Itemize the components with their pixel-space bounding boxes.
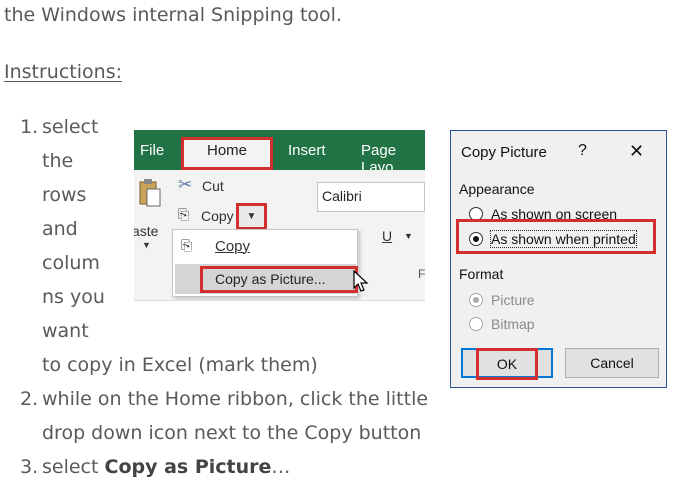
mouse-pointer-icon bbox=[353, 270, 369, 292]
ok-highlight bbox=[476, 348, 538, 380]
step-2-line-1: while on the Home ribbon, click the litt… bbox=[42, 388, 429, 410]
tab-file[interactable]: File bbox=[140, 142, 164, 159]
radio-picture bbox=[469, 293, 483, 307]
step-3-number: 3. bbox=[20, 456, 39, 478]
cut-button[interactable]: Cut bbox=[202, 178, 224, 194]
copy-picture-dialog: Copy Picture ? ✕ Appearance As shown on … bbox=[450, 130, 667, 388]
copy-icon: ⎘ bbox=[181, 237, 193, 253]
step-3-bold: Copy as Picture bbox=[104, 456, 272, 478]
step-1-word: ns you bbox=[42, 286, 105, 308]
underline-button[interactable]: U bbox=[382, 228, 392, 244]
ribbon-bottom-strip bbox=[134, 300, 425, 310]
step-3-prefix: select bbox=[42, 456, 105, 478]
home-highlight bbox=[181, 137, 273, 170]
font-name-box[interactable]: Calibri bbox=[317, 182, 425, 212]
step-1-word: colum bbox=[42, 252, 100, 274]
intro-text: the Windows internal Snipping tool. bbox=[4, 4, 342, 26]
copy-icon[interactable]: ⎘ bbox=[178, 206, 189, 223]
step-1-word: want bbox=[42, 320, 89, 342]
step-2-line-2: drop down icon next to the Copy button bbox=[42, 422, 422, 444]
menu-item-copy[interactable]: Copy bbox=[215, 238, 250, 255]
step-1-word: the bbox=[42, 150, 74, 172]
close-icon[interactable]: ✕ bbox=[629, 141, 644, 162]
menu-item-copy-as-picture-row[interactable]: Copy as Picture... bbox=[175, 264, 358, 294]
copy-dropdown-button[interactable]: ▼ bbox=[236, 203, 267, 230]
step-1-tail: to copy in Excel (mark them) bbox=[42, 354, 318, 376]
radio-bitmap bbox=[469, 317, 483, 331]
instructions-heading: Instructions: bbox=[4, 61, 122, 83]
paste-label: aste bbox=[134, 223, 159, 239]
radio-label-picture: Picture bbox=[491, 292, 535, 308]
menu-item-copy-as-picture[interactable]: Copy as Picture... bbox=[215, 271, 326, 287]
excel-ribbon-screenshot: File Home Insert Page Layo aste ▼ ✂ Cut … bbox=[134, 130, 425, 310]
step-1-word: select bbox=[42, 116, 99, 138]
dialog-title: Copy Picture bbox=[461, 144, 547, 161]
step-3-line: select Copy as Picture… bbox=[42, 456, 290, 478]
help-icon[interactable]: ? bbox=[578, 142, 587, 160]
font-group-label: F bbox=[418, 267, 425, 281]
copy-dropdown-menu: ⎘ Copy Copy as Picture... bbox=[172, 229, 358, 297]
copy-button[interactable]: Copy bbox=[201, 208, 234, 224]
tab-insert[interactable]: Insert bbox=[288, 142, 326, 159]
step-1-word: and bbox=[42, 218, 78, 240]
appearance-group-label: Appearance bbox=[459, 181, 535, 197]
step-1-word: rows bbox=[42, 184, 87, 206]
printed-option-highlight bbox=[456, 219, 656, 254]
step-1-number: 1. bbox=[20, 116, 39, 138]
underline-chevron-down-icon[interactable]: ▼ bbox=[404, 231, 413, 241]
ribbon-tab-bar: File Home Insert Page Layo bbox=[134, 130, 425, 176]
step-2-number: 2. bbox=[20, 388, 39, 410]
radio-label-bitmap: Bitmap bbox=[491, 316, 535, 332]
cancel-button[interactable]: Cancel bbox=[565, 348, 659, 378]
paste-chevron-down-icon[interactable]: ▼ bbox=[142, 240, 151, 250]
scissors-icon[interactable]: ✂ bbox=[178, 175, 192, 195]
format-group-label: Format bbox=[459, 266, 504, 282]
paste-clipboard-icon[interactable] bbox=[138, 178, 162, 212]
step-3-suffix: … bbox=[271, 456, 291, 478]
